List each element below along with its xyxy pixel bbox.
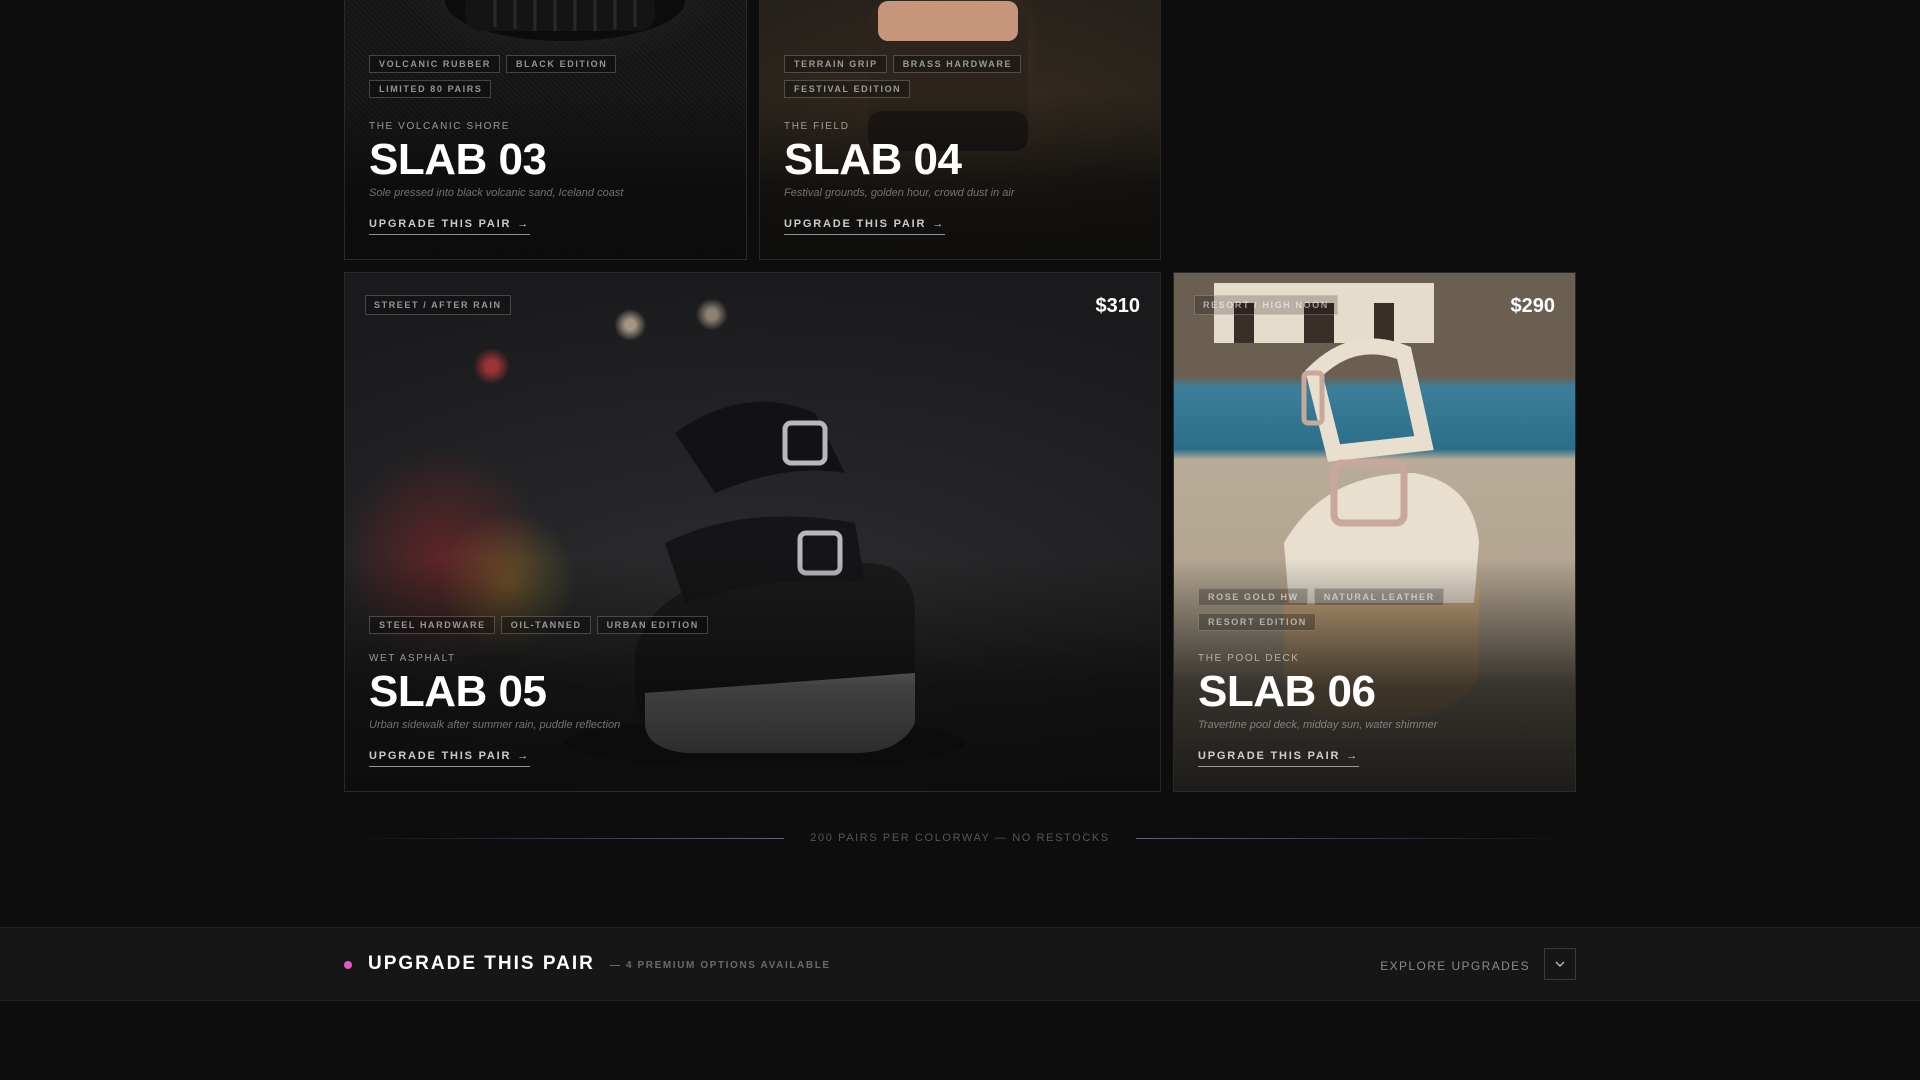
card-description: Sole pressed into black volcanic sand, I… — [369, 187, 624, 199]
tag-list: TERRAIN GRIP BRASS HARDWARE FESTIVAL EDIT… — [784, 54, 1114, 104]
upgrade-bar-title: UPGRADE THIS PAIR — [368, 953, 595, 974]
product-card-slab-04[interactable]: TERRAIN GRIP BRASS HARDWARE FESTIVAL EDIT… — [759, 0, 1161, 260]
tag: RESORT EDITION — [1198, 613, 1316, 631]
expand-upgrades-button[interactable] — [1544, 948, 1576, 980]
arrow-right-icon: → — [517, 750, 531, 762]
cta-label: UPGRADE THIS PAIR — [1198, 750, 1341, 762]
upgrade-pair-link[interactable]: UPGRADE THIS PAIR → — [369, 750, 531, 767]
tag: URBAN EDITION — [596, 616, 708, 634]
tag: OIL-TANNED — [500, 616, 591, 634]
tag-list: VOLCANIC RUBBER BLACK EDITION LIMITED 80 … — [369, 54, 699, 104]
tag: STEEL HARDWARE — [369, 616, 495, 634]
tag: FESTIVAL EDITION — [784, 80, 911, 98]
tag: NATURAL LEATHER — [1313, 588, 1444, 606]
arrow-right-icon: → — [517, 218, 531, 230]
card-description: Festival grounds, golden hour, crowd dus… — [784, 187, 1015, 199]
tag: ROSE GOLD HW — [1198, 588, 1308, 606]
tag: VOLCANIC RUBBER — [369, 55, 501, 73]
tag-list: STEEL HARDWARE OIL-TANNED URBAN EDITION — [369, 615, 769, 640]
upgrade-bar: UPGRADE THIS PAIR — 4 PREMIUM OPTIONS AV… — [0, 927, 1920, 1001]
accent-dot-icon — [344, 961, 352, 969]
product-card-slab-05[interactable]: STREET / AFTER RAIN $310 STEEL HARDWARE O… — [344, 272, 1161, 792]
card-title: SLAB 04 — [784, 135, 962, 184]
cta-label: UPGRADE THIS PAIR — [369, 218, 512, 230]
card-location: WET ASPHALT — [369, 653, 456, 664]
card-location: THE FIELD — [784, 121, 850, 132]
upgrade-pair-link[interactable]: UPGRADE THIS PAIR → — [1198, 750, 1360, 767]
divider-line — [1136, 838, 1576, 839]
tag: BLACK EDITION — [506, 55, 617, 73]
product-card-slab-03[interactable]: VOLCANIC RUBBER BLACK EDITION LIMITED 80 … — [344, 0, 747, 260]
tag: LIMITED 80 PAIRS — [369, 80, 492, 98]
card-location: THE VOLCANIC SHORE — [369, 121, 511, 132]
scene-badge: STREET / AFTER RAIN — [365, 295, 511, 315]
upgrade-pair-link[interactable]: UPGRADE THIS PAIR → — [369, 218, 531, 235]
scene-badge: RESORT / HIGH NOON — [1194, 295, 1338, 315]
product-card-slab-06[interactable]: RESORT / HIGH NOON $290 ROSE GOLD HW NATU… — [1173, 272, 1576, 792]
arrow-right-icon: → — [932, 218, 946, 230]
tag: BRASS HARDWARE — [892, 55, 1022, 73]
limited-run-divider: 200 PAIRS PER COLORWAY — NO RESTOCKS — [344, 830, 1576, 848]
upgrade-pair-link[interactable]: UPGRADE THIS PAIR → — [784, 218, 946, 235]
card-description: Travertine pool deck, midday sun, water … — [1198, 719, 1438, 731]
card-description: Urban sidewalk after summer rain, puddle… — [369, 719, 621, 731]
arrow-right-icon: → — [1346, 750, 1360, 762]
upgrade-bar-subtitle: — 4 PREMIUM OPTIONS AVAILABLE — [610, 960, 831, 971]
price-label: $310 — [1095, 295, 1141, 317]
card-title: SLAB 05 — [369, 667, 547, 716]
cta-label: UPGRADE THIS PAIR — [369, 750, 512, 762]
chevron-down-icon — [1555, 961, 1565, 967]
tag: TERRAIN GRIP — [784, 55, 887, 73]
cta-label: UPGRADE THIS PAIR — [784, 218, 927, 230]
explore-upgrades-link[interactable]: EXPLORE UPGRADES — [1380, 959, 1530, 973]
price-label: $290 — [1510, 295, 1556, 317]
card-title: SLAB 06 — [1198, 667, 1376, 716]
tag-list: ROSE GOLD HW NATURAL LEATHER RESORT EDITI… — [1198, 587, 1528, 637]
card-location: THE POOL DECK — [1198, 653, 1300, 664]
card-title: SLAB 03 — [369, 135, 547, 184]
